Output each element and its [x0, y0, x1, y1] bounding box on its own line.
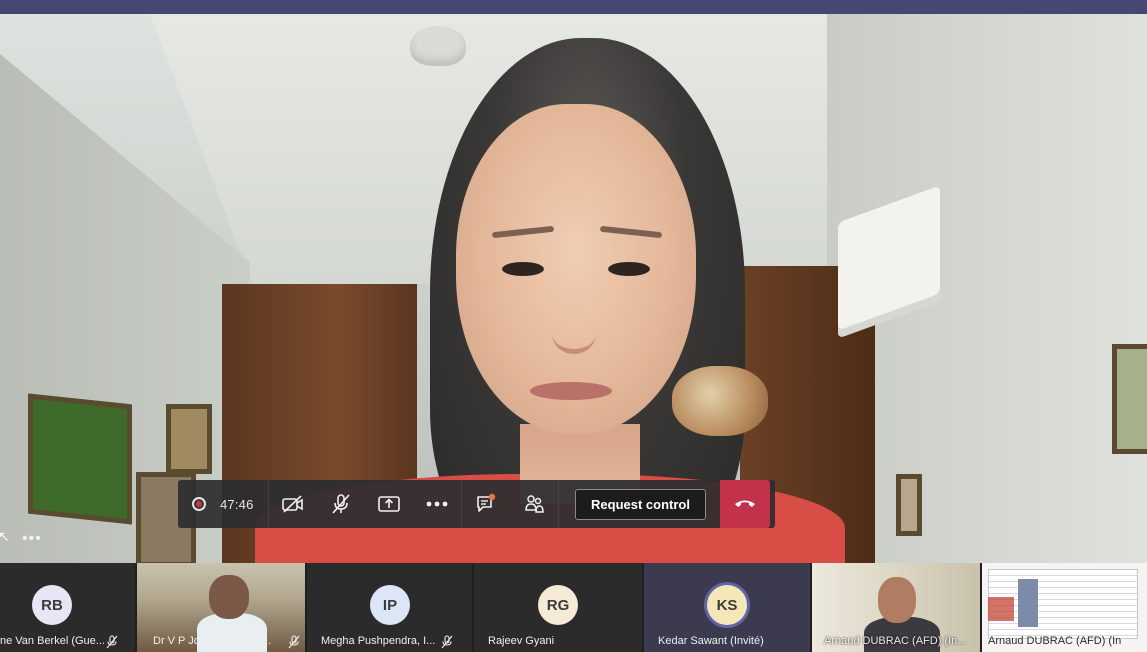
recording-timer: 47:46 — [178, 480, 269, 528]
mic-toggle-button[interactable] — [317, 480, 365, 528]
call-control-bar: 47:46 Request control — [178, 480, 775, 528]
avatar: IP — [370, 585, 410, 625]
more-options-icon[interactable]: ••• — [22, 530, 42, 548]
ceiling-lamp — [410, 26, 466, 66]
avatar: KS — [707, 585, 747, 625]
mic-off-icon — [288, 635, 300, 649]
cursor-icon: ↖ — [0, 528, 10, 544]
more-options-button[interactable] — [413, 480, 461, 528]
participant-name: Dr V P Joy, Secy (Coo... — [153, 635, 272, 647]
title-bar — [0, 0, 1147, 14]
participant-name: ne Van Berkel (Gue... — [0, 635, 105, 647]
participant-tile[interactable]: Dr V P Joy, Secy (Coo... — [137, 563, 307, 652]
participant-name: Arnaud DUBRAC (AFD) (In... — [824, 635, 967, 647]
share-screen-button[interactable] — [365, 480, 413, 528]
participant-tile[interactable]: RG Rajeev Gyani — [474, 563, 644, 652]
hang-up-button[interactable] — [720, 480, 770, 528]
request-control-button[interactable]: Request control — [575, 488, 706, 520]
share-screen-icon — [378, 496, 400, 512]
camera-off-icon — [282, 495, 303, 513]
camera-toggle-button[interactable] — [269, 480, 317, 528]
mic-off-icon — [332, 494, 350, 514]
wall-painting — [28, 393, 132, 525]
wall-painting — [896, 474, 922, 536]
mic-off-icon — [106, 635, 118, 649]
chat-button[interactable] — [462, 480, 510, 528]
record-icon — [192, 497, 206, 511]
participant-name: Rajeev Gyani — [488, 635, 555, 647]
hang-up-icon — [735, 500, 755, 507]
avatar: RB — [32, 585, 72, 625]
avatar: RG — [538, 585, 578, 625]
participant-tile[interactable]: Arnaud DUBRAC (AFD) (In... — [812, 563, 982, 652]
more-options-icon — [426, 501, 448, 507]
participant-tile-screen-share[interactable]: Arnaud DUBRAC (AFD) (In — [982, 563, 1147, 652]
participants-icon — [525, 495, 544, 513]
participant-name: Megha Pushpendra, I... — [321, 635, 436, 647]
participant-tile[interactable]: RB ne Van Berkel (Gue... — [0, 563, 137, 652]
mic-off-icon — [441, 635, 453, 649]
participant-strip: RB ne Van Berkel (Gue... Dr V P Joy, Sec… — [0, 563, 1147, 652]
timer-text: 47:46 — [220, 496, 254, 512]
chat-icon — [477, 493, 496, 512]
participant-name: Arnaud DUBRAC (AFD) (In — [988, 635, 1122, 647]
wall-painting — [1112, 344, 1147, 454]
participant-name: Kedar Sawant (Invité) — [658, 635, 764, 647]
wall-painting — [166, 404, 212, 474]
participant-tile[interactable]: IP Megha Pushpendra, I... — [307, 563, 474, 652]
participant-tile-speaking[interactable]: KS Kedar Sawant (Invité) — [644, 563, 812, 652]
participants-button[interactable] — [510, 480, 558, 528]
